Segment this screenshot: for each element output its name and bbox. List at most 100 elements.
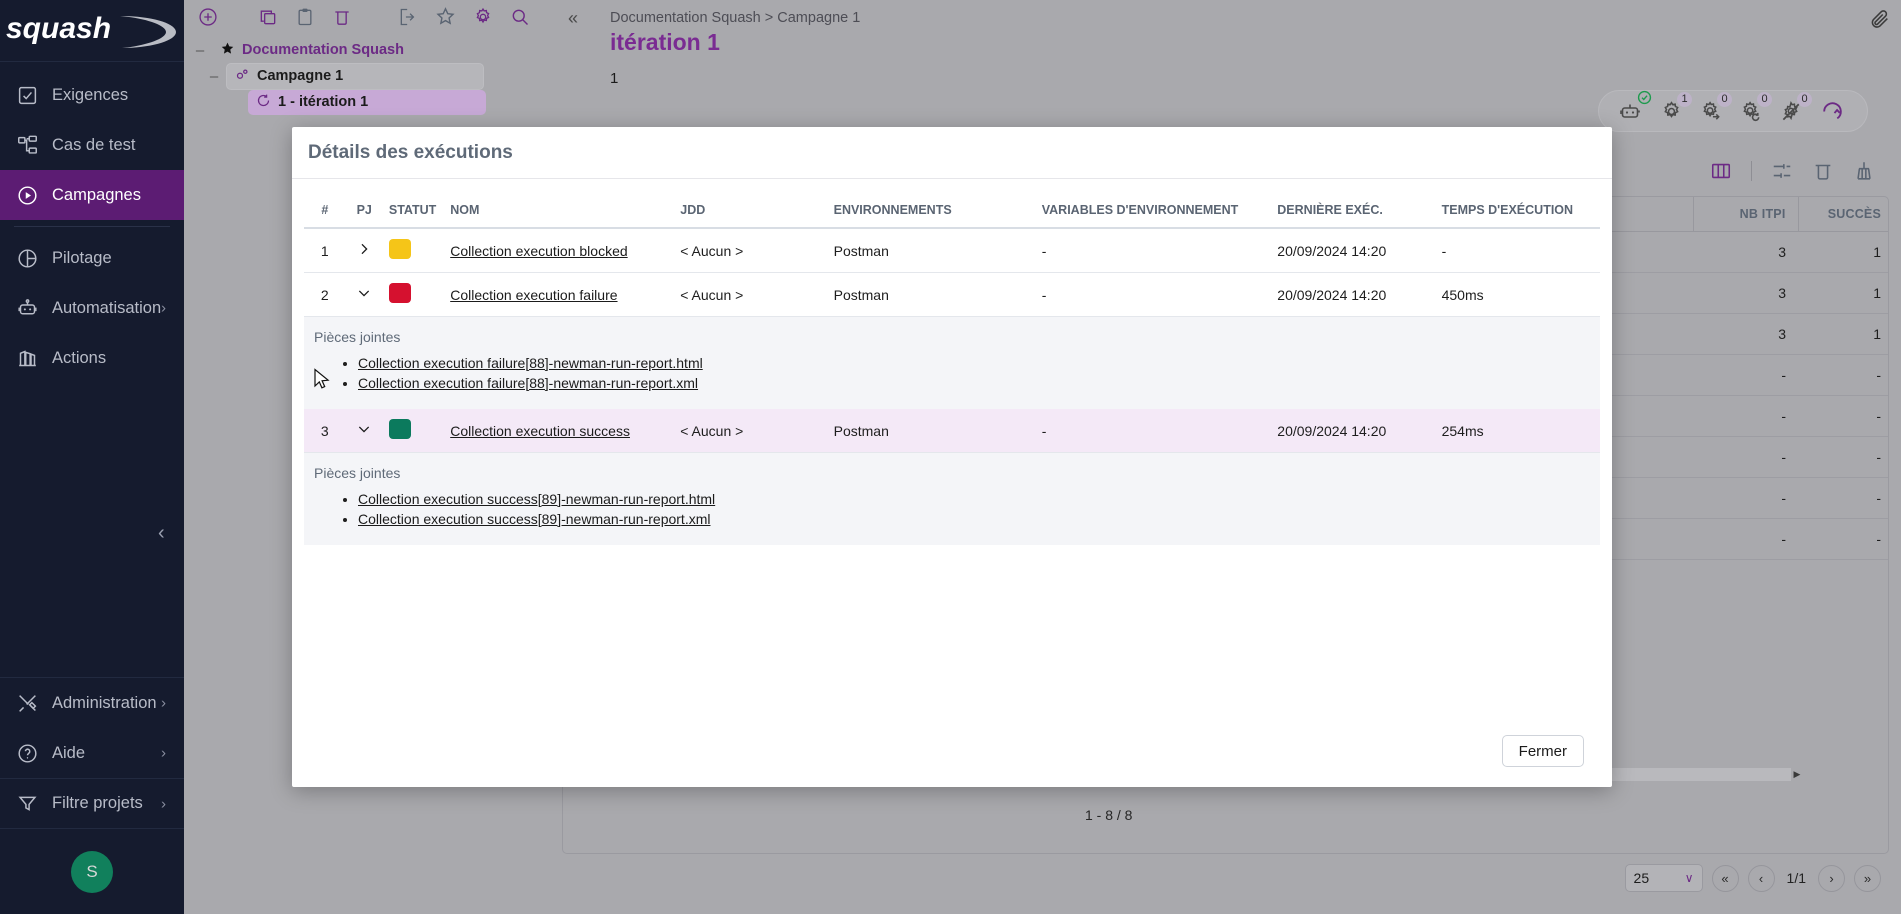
hierarchy-icon — [14, 132, 40, 158]
sidebar-bottom-nav: Administration › Aide › — [0, 677, 184, 828]
col-statut[interactable]: STATUT — [383, 195, 444, 228]
avatar[interactable]: S — [71, 851, 113, 893]
columns-toggle-icon[interactable] — [1710, 160, 1732, 182]
cell-jdd: < Aucun > — [674, 409, 827, 453]
gear-retry-icon[interactable]: 0 — [1740, 100, 1763, 123]
sidebar-item-administration[interactable]: Administration › — [0, 678, 184, 728]
col-num[interactable]: # — [304, 195, 346, 228]
attachments-row: Pièces jointes Collection execution succ… — [304, 453, 1600, 546]
list-item: Collection execution failure[88]-newman-… — [358, 355, 1600, 371]
cell-nb-itpi: - — [1693, 396, 1798, 437]
col-temps-execution[interactable]: TEMPS D'EXÉCUTION — [1436, 195, 1600, 228]
col-jdd[interactable]: JDD — [674, 195, 827, 228]
col-nom[interactable]: NOM — [444, 195, 674, 228]
col-variables[interactable]: VARIABLES D'ENVIRONNEMENT — [1036, 195, 1272, 228]
search-icon[interactable] — [510, 7, 530, 27]
attachment-link[interactable]: Collection execution failure[88]-newman-… — [358, 355, 703, 371]
chevron-down-icon[interactable] — [357, 286, 371, 304]
table-row[interactable]: 3 Collection execution success < A — [304, 409, 1600, 453]
sidebar-item-label: Administration — [52, 694, 157, 713]
sidebar-item-pilotage[interactable]: Pilotage — [0, 233, 184, 283]
expander-minus-icon[interactable]: – — [192, 42, 208, 58]
expander-none — [228, 94, 244, 110]
sidebar-item-actions[interactable]: Actions — [0, 333, 184, 383]
paste-icon[interactable] — [295, 7, 315, 27]
col-environnements[interactable]: ENVIRONNEMENTS — [828, 195, 1036, 228]
delete-icon[interactable] — [332, 7, 352, 27]
attachment-link[interactable]: Collection execution failure[88]-newman-… — [358, 375, 698, 391]
sidebar-item-campagnes[interactable]: Campagnes — [0, 170, 184, 220]
tree-toolbar — [184, 0, 550, 33]
cell-nom: Collection execution success — [444, 409, 674, 453]
status-failure-chip — [389, 283, 411, 303]
sidebar-item-automatisation[interactable]: Automatisation › — [0, 283, 184, 333]
favorite-star-icon[interactable] — [435, 6, 456, 27]
chevron-double-left-icon[interactable]: « — [568, 8, 578, 29]
attachments-row: Pièces jointes Collection execution fail… — [304, 317, 1600, 410]
cell-succes: - — [1798, 396, 1889, 437]
add-circle-icon[interactable] — [198, 7, 218, 27]
execution-link[interactable]: Collection execution success — [450, 423, 630, 439]
expander-minus-icon[interactable]: – — [206, 68, 222, 84]
paperclip-icon[interactable] — [1869, 8, 1891, 35]
expand-toggle[interactable] — [346, 409, 383, 453]
cell-num: 1 — [304, 228, 346, 273]
refresh-icon[interactable] — [1820, 99, 1845, 124]
expand-toggle[interactable] — [346, 273, 383, 317]
last-page-button[interactable]: » — [1854, 865, 1881, 892]
page-size-select[interactable]: 25 ∨ — [1625, 864, 1703, 892]
expand-toggle[interactable] — [346, 228, 383, 273]
badge-count: 0 — [1757, 92, 1772, 107]
gear-pending-icon[interactable]: 1 — [1660, 100, 1683, 123]
sidebar-item-label: Actions — [52, 349, 106, 368]
sidebar-collapse-toggle[interactable]: ‹ — [158, 523, 165, 543]
tree-body: – Documentation Squash – — [184, 33, 550, 115]
settings-gear-icon[interactable] — [473, 7, 493, 27]
app-logo[interactable]: squash — [0, 0, 184, 62]
table-row[interactable]: 2 Collection execution failure < A — [304, 273, 1600, 317]
robot-check-icon[interactable] — [1619, 99, 1643, 123]
first-page-button[interactable]: « — [1712, 865, 1739, 892]
close-button[interactable]: Fermer — [1502, 735, 1584, 767]
next-page-button[interactable]: › — [1818, 865, 1845, 892]
iteration-icon — [256, 93, 271, 112]
delete-icon[interactable] — [1812, 160, 1834, 182]
page-subtitle: 1 — [610, 70, 1901, 87]
chevron-right-icon[interactable] — [357, 242, 371, 260]
execution-link[interactable]: Collection execution blocked — [450, 243, 627, 259]
gear-running-icon[interactable]: 0 — [1700, 100, 1723, 123]
execution-link[interactable]: Collection execution failure — [450, 287, 617, 303]
col-derniere-exec[interactable]: DERNIÈRE EXÉC. — [1271, 195, 1435, 228]
table-row[interactable]: 1 Collection execution blocked < A — [304, 228, 1600, 273]
sidebar-item-exigences[interactable]: Exigences — [0, 70, 184, 120]
export-icon[interactable] — [398, 7, 418, 27]
sidebar-item-filtre-projets[interactable]: Filtre projets › — [0, 778, 184, 828]
tree-node-campagne-1[interactable]: – Campagne 1 — [206, 63, 550, 89]
sidebar-divider — [14, 226, 170, 227]
attachment-link[interactable]: Collection execution success[89]-newman-… — [358, 491, 715, 507]
copy-icon[interactable] — [258, 7, 278, 27]
filter-settings-icon[interactable] — [1771, 160, 1793, 182]
sidebar-item-label: Aide — [52, 744, 85, 763]
sidebar: squash Exigences — [0, 0, 184, 914]
gear-disabled-icon[interactable]: 0 — [1780, 100, 1803, 123]
cell-statut — [383, 409, 444, 453]
grid-col-nb-itpi[interactable]: NB ITPI — [1693, 197, 1798, 232]
cell-temps-execution: 254ms — [1436, 409, 1600, 453]
tree-node-iteration-1[interactable]: 1 - itération 1 — [228, 89, 550, 115]
execution-details-modal: Détails des exécutions # PJ STATUT NOM J… — [292, 127, 1612, 787]
attachment-link[interactable]: Collection execution success[89]-newman-… — [358, 511, 710, 527]
chevron-right-icon: › — [161, 695, 166, 712]
grid-col-succes[interactable]: SUCCÈS — [1798, 197, 1889, 232]
cell-derniere-exec: 20/09/2024 14:20 — [1271, 409, 1435, 453]
cell-num: 3 — [304, 409, 346, 453]
tree-node-documentation-squash[interactable]: – Documentation Squash — [192, 37, 550, 63]
sidebar-item-aide[interactable]: Aide › — [0, 728, 184, 778]
scroll-right-arrow-icon[interactable]: ▶ — [1791, 769, 1803, 780]
prev-page-button[interactable]: ‹ — [1748, 865, 1775, 892]
sidebar-item-cas-de-test[interactable]: Cas de test — [0, 120, 184, 170]
campaign-icon — [235, 67, 250, 86]
chevron-down-icon[interactable] — [357, 422, 371, 440]
col-pj[interactable]: PJ — [346, 195, 383, 228]
broom-icon[interactable] — [1853, 160, 1875, 182]
